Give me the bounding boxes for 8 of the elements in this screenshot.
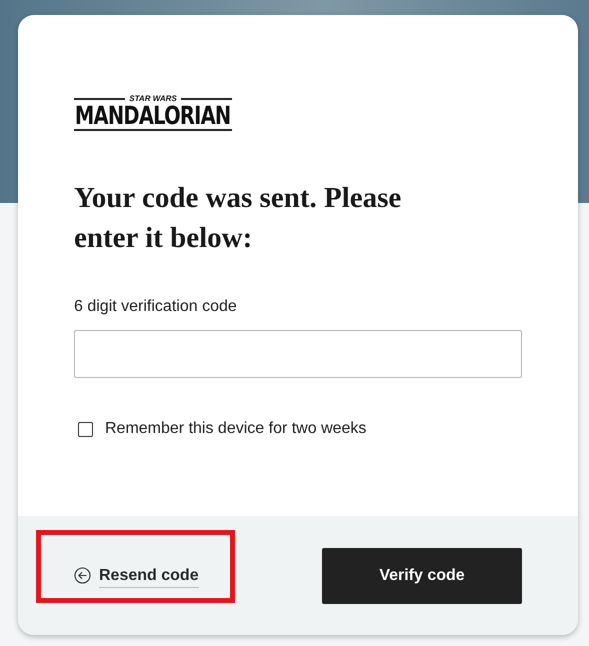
verify-code-button[interactable]: Verify code: [322, 548, 522, 604]
checkbox-label: Remember this device for two weeks: [105, 419, 366, 439]
field-label: 6 digit verification code: [74, 297, 238, 317]
code-input-field[interactable]: [74, 330, 522, 378]
resend-code-link[interactable]: Resend code: [74, 564, 199, 588]
heading: Your code was sent. Please enter it below:: [74, 181, 402, 256]
logo: STAR WARS MANDALORIAN: [74, 95, 232, 131]
checkbox[interactable]: [78, 422, 93, 436]
